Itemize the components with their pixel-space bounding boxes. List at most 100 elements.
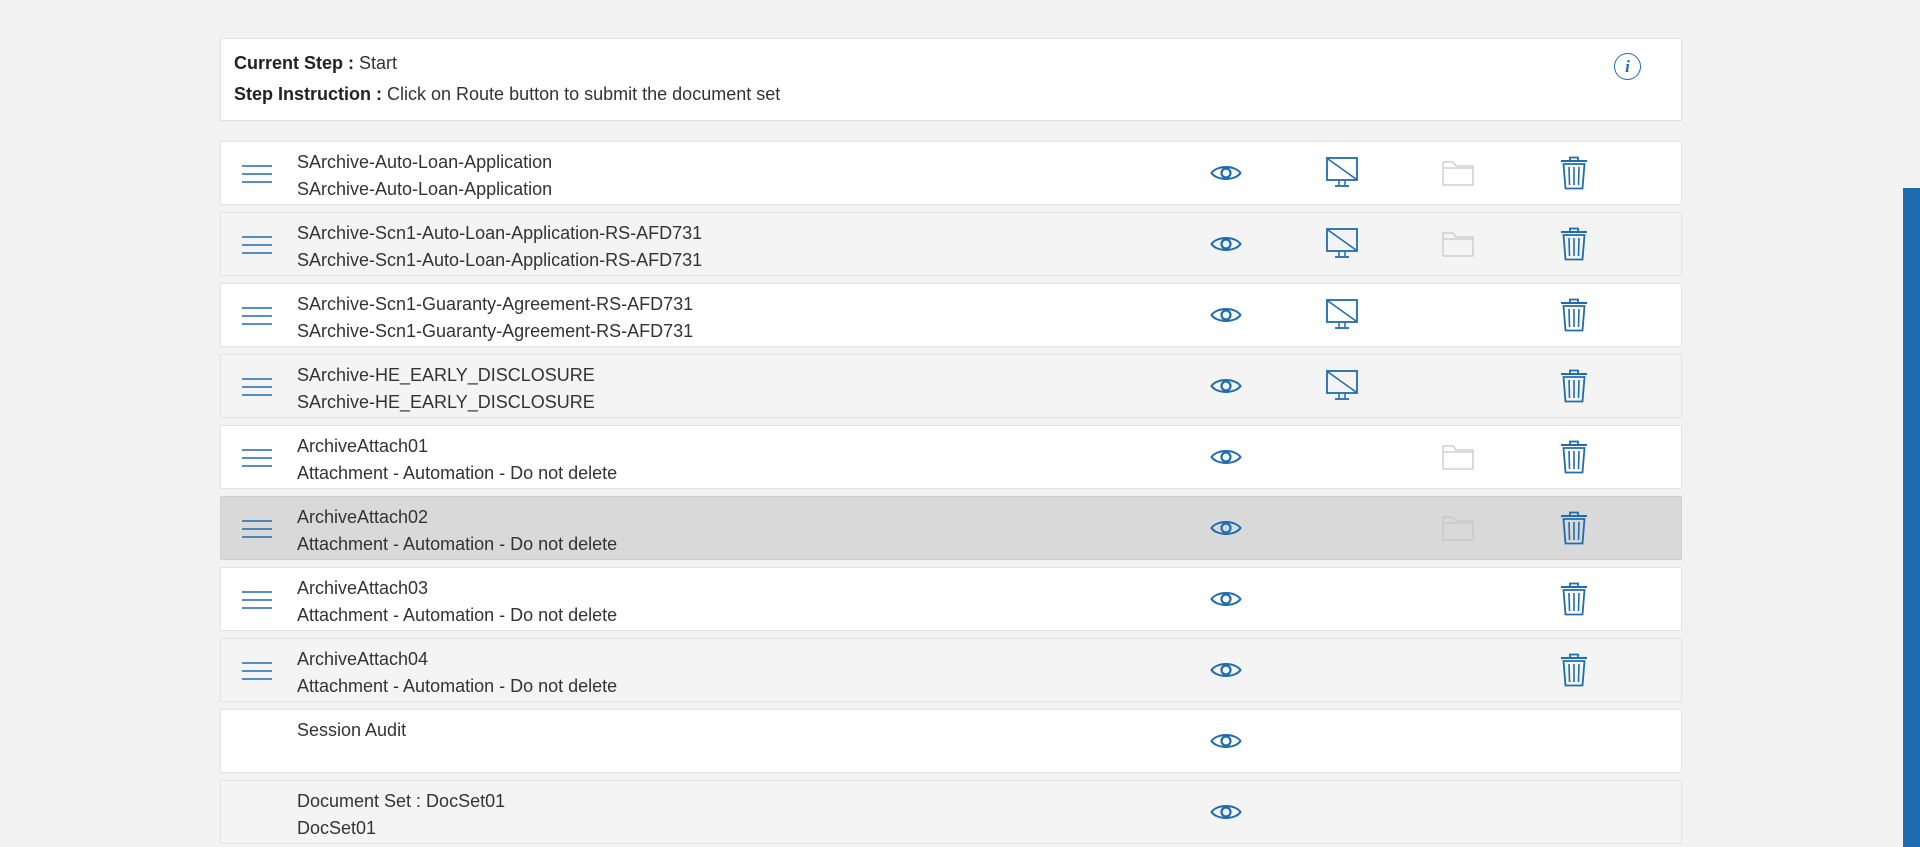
folder-icon xyxy=(1442,232,1474,257)
folder-icon xyxy=(1442,161,1474,186)
monitor-disabled-icon xyxy=(1326,228,1358,258)
folder-button[interactable] xyxy=(1440,509,1476,547)
monitor-button[interactable] xyxy=(1324,225,1360,263)
view-button[interactable] xyxy=(1208,651,1244,689)
trash-icon xyxy=(1561,511,1587,545)
document-text: Session Audit xyxy=(297,717,406,771)
view-button[interactable] xyxy=(1208,225,1244,263)
view-button[interactable] xyxy=(1208,580,1244,618)
view-button[interactable] xyxy=(1208,722,1244,760)
document-title: SArchive-Auto-Loan-Application xyxy=(297,152,553,172)
document-row[interactable]: SArchive-Scn1-Auto-Loan-Application-RS-A… xyxy=(220,212,1682,276)
document-row[interactable]: Document Set : DocSet01 DocSet01 xyxy=(220,780,1682,844)
delete-button[interactable] xyxy=(1556,296,1592,334)
eye-icon xyxy=(1210,592,1242,606)
drag-handle-icon[interactable] xyxy=(241,513,273,545)
scrollbar[interactable] xyxy=(1903,188,1920,847)
step-info-panel: Current Step : Start Step Instruction : … xyxy=(220,38,1682,121)
document-title: SArchive-Scn1-Guaranty-Agreement-RS-AFD7… xyxy=(297,294,694,314)
eye-icon xyxy=(1210,237,1242,251)
document-subtitle: Attachment - Automation - Do not delete xyxy=(297,463,618,483)
drag-handle-icon[interactable] xyxy=(241,584,273,616)
current-step: Current Step : Start xyxy=(234,51,1668,82)
monitor-disabled-icon xyxy=(1326,299,1358,329)
view-button[interactable] xyxy=(1208,154,1244,192)
view-button[interactable] xyxy=(1208,367,1244,405)
document-subtitle: Attachment - Automation - Do not delete xyxy=(297,534,618,554)
folder-button[interactable] xyxy=(1440,225,1476,263)
document-title: ArchiveAttach02 xyxy=(297,507,429,527)
step-instruction: Step Instruction : Click on Route button… xyxy=(234,82,1668,113)
drag-handle-icon[interactable] xyxy=(241,229,273,261)
delete-button[interactable] xyxy=(1556,651,1592,689)
trash-icon xyxy=(1561,298,1587,332)
trash-icon xyxy=(1561,582,1587,616)
document-text: SArchive-Auto-Loan-Application SArchive-… xyxy=(297,149,552,203)
document-subtitle: SArchive-HE_EARLY_DISCLOSURE xyxy=(297,392,595,412)
monitor-button[interactable] xyxy=(1324,367,1360,405)
trash-icon xyxy=(1561,653,1587,687)
document-title: ArchiveAttach03 xyxy=(297,578,429,598)
view-button[interactable] xyxy=(1208,296,1244,334)
current-step-label: Current Step : xyxy=(234,53,355,73)
delete-button[interactable] xyxy=(1556,225,1592,263)
document-title: Session Audit xyxy=(297,720,407,740)
document-row[interactable]: ArchiveAttach01 Attachment - Automation … xyxy=(220,425,1682,489)
monitor-disabled-icon xyxy=(1326,157,1358,187)
document-title: ArchiveAttach01 xyxy=(297,436,429,456)
folder-icon xyxy=(1442,445,1474,470)
document-text: SArchive-HE_EARLY_DISCLOSURE SArchive-HE… xyxy=(297,362,595,416)
document-text: SArchive-Scn1-Guaranty-Agreement-RS-AFD7… xyxy=(297,291,693,345)
trash-icon xyxy=(1561,227,1587,261)
document-row-selected[interactable]: ArchiveAttach02 Attachment - Automation … xyxy=(220,496,1682,560)
view-button[interactable] xyxy=(1208,438,1244,476)
document-row[interactable]: ArchiveAttach03 Attachment - Automation … xyxy=(220,567,1682,631)
document-text: ArchiveAttach02 Attachment - Automation … xyxy=(297,504,617,558)
document-row[interactable]: Session Audit xyxy=(220,709,1682,773)
document-row[interactable]: SArchive-Auto-Loan-Application SArchive-… xyxy=(220,141,1682,205)
step-instruction-label: Step Instruction : xyxy=(234,84,382,104)
document-text: ArchiveAttach04 Attachment - Automation … xyxy=(297,646,617,700)
folder-icon xyxy=(1442,516,1474,541)
info-button[interactable]: i xyxy=(1614,53,1641,80)
view-button[interactable] xyxy=(1208,509,1244,547)
delete-button[interactable] xyxy=(1556,438,1592,476)
drag-handle-icon[interactable] xyxy=(241,158,273,190)
eye-icon xyxy=(1210,663,1242,677)
monitor-button[interactable] xyxy=(1324,154,1360,192)
eye-icon xyxy=(1210,379,1242,393)
monitor-button[interactable] xyxy=(1324,296,1360,334)
info-icon: i xyxy=(1625,57,1630,76)
document-title: ArchiveAttach04 xyxy=(297,649,429,669)
document-text: SArchive-Scn1-Auto-Loan-Application-RS-A… xyxy=(297,220,702,274)
folder-button[interactable] xyxy=(1440,154,1476,192)
eye-icon xyxy=(1210,734,1242,748)
delete-button[interactable] xyxy=(1556,580,1592,618)
document-subtitle: DocSet01 xyxy=(297,818,377,838)
eye-icon xyxy=(1210,450,1242,464)
document-row[interactable]: ArchiveAttach04 Attachment - Automation … xyxy=(220,638,1682,702)
eye-icon xyxy=(1210,166,1242,180)
document-row[interactable]: SArchive-HE_EARLY_DISCLOSURE SArchive-HE… xyxy=(220,354,1682,418)
folder-button[interactable] xyxy=(1440,438,1476,476)
trash-icon xyxy=(1561,156,1587,190)
app-screen: Current Step : Start Step Instruction : … xyxy=(0,0,1920,847)
document-text: ArchiveAttach03 Attachment - Automation … xyxy=(297,575,617,629)
delete-button[interactable] xyxy=(1556,367,1592,405)
trash-icon xyxy=(1561,369,1587,403)
document-subtitle: SArchive-Scn1-Auto-Loan-Application-RS-A… xyxy=(297,250,703,270)
document-title: Document Set : DocSet01 xyxy=(297,791,506,811)
delete-button[interactable] xyxy=(1556,509,1592,547)
drag-handle-icon[interactable] xyxy=(241,371,273,403)
document-subtitle: SArchive-Auto-Loan-Application xyxy=(297,179,553,199)
drag-handle-icon[interactable] xyxy=(241,655,273,687)
document-title: SArchive-HE_EARLY_DISCLOSURE xyxy=(297,365,595,385)
document-text: Document Set : DocSet01 DocSet01 xyxy=(297,788,505,842)
document-title: SArchive-Scn1-Auto-Loan-Application-RS-A… xyxy=(297,223,703,243)
document-subtitle: Attachment - Automation - Do not delete xyxy=(297,605,618,625)
document-row[interactable]: SArchive-Scn1-Guaranty-Agreement-RS-AFD7… xyxy=(220,283,1682,347)
view-button[interactable] xyxy=(1208,793,1244,831)
drag-handle-icon[interactable] xyxy=(241,442,273,474)
drag-handle-icon[interactable] xyxy=(241,300,273,332)
delete-button[interactable] xyxy=(1556,154,1592,192)
